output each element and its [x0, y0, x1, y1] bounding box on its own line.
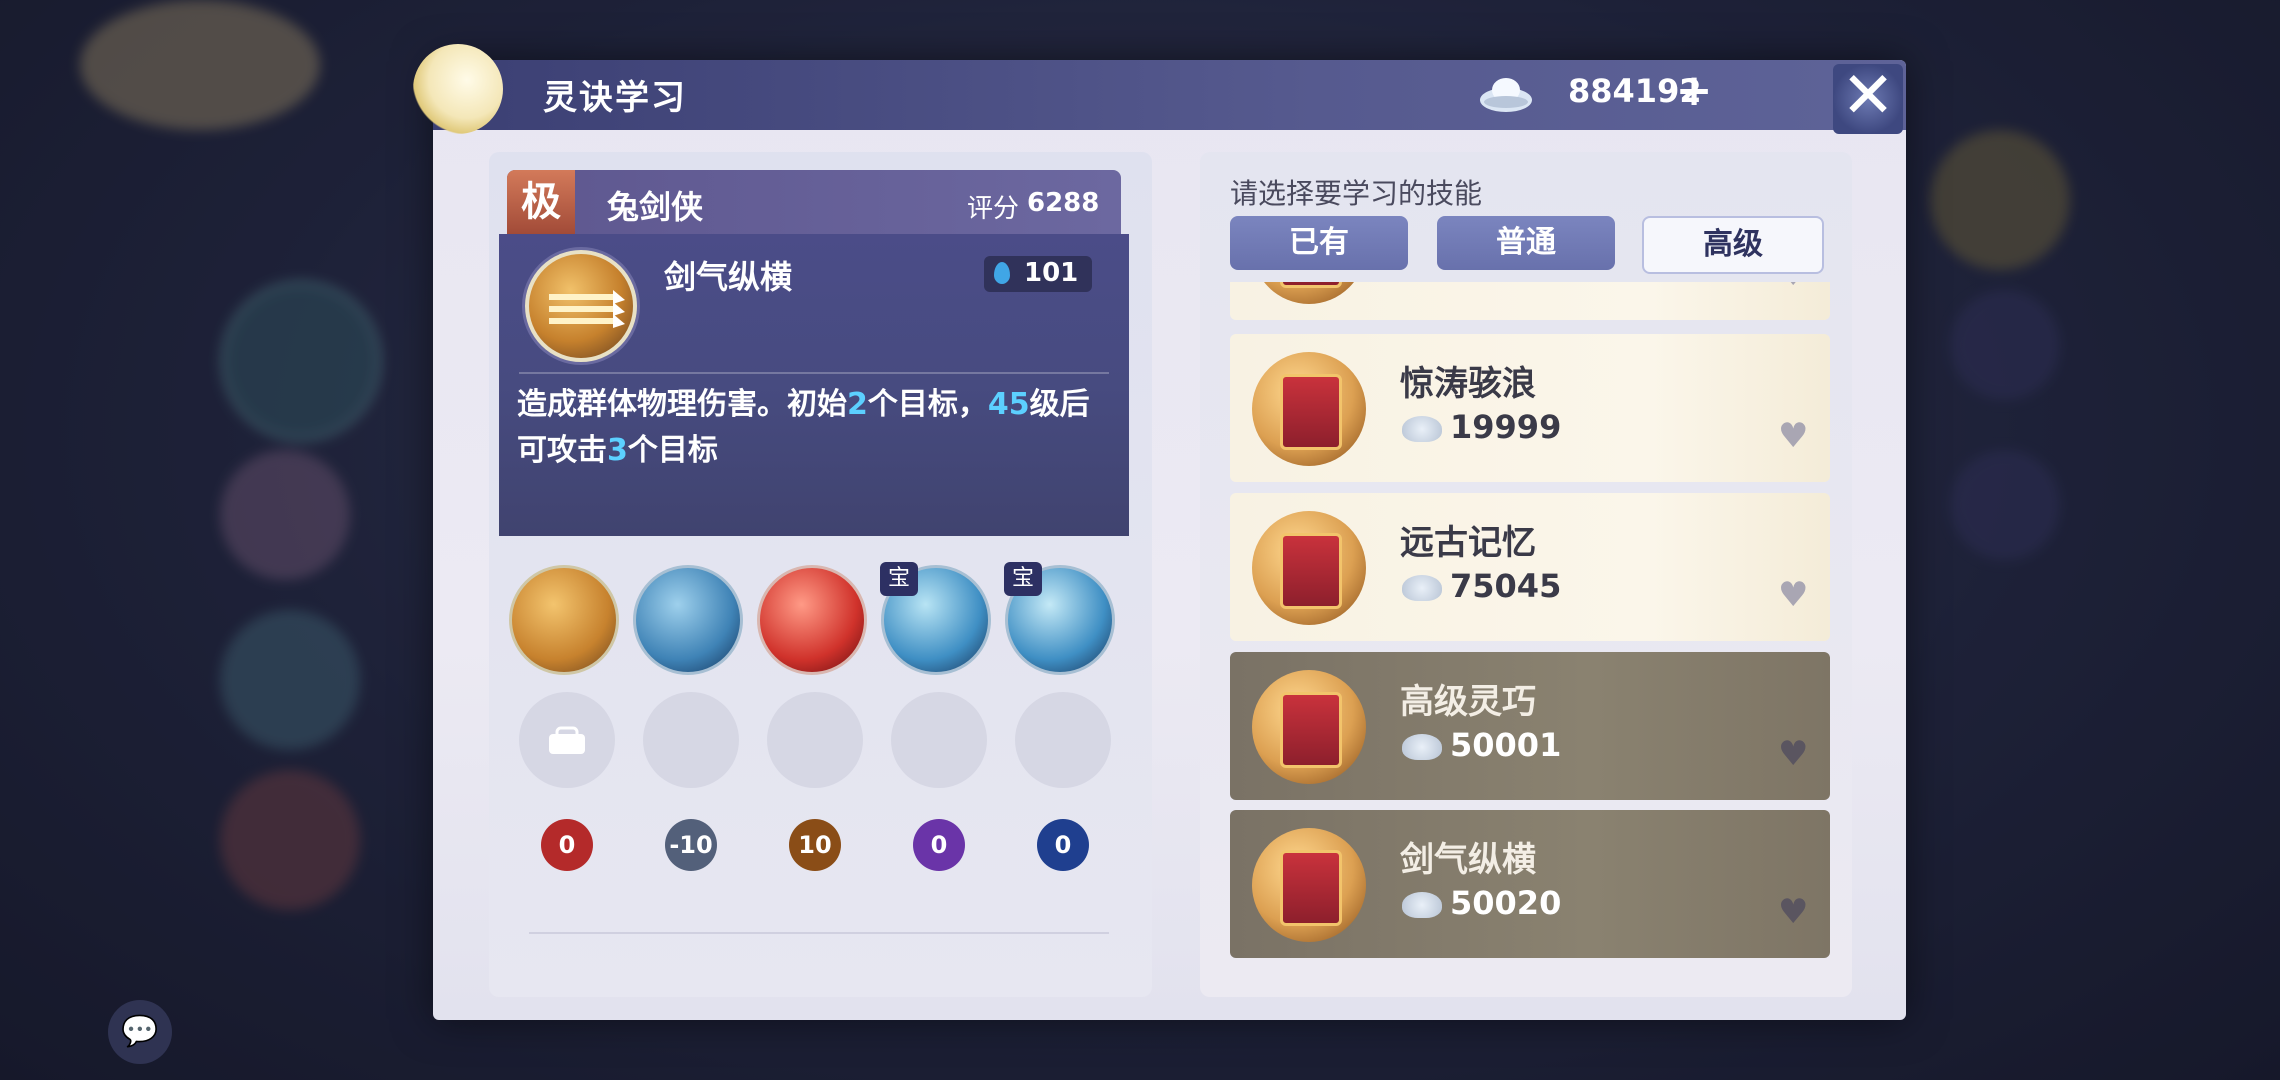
skill-description: 造成群体物理伤害。初始2个目标，45级后可攻击3个目标 [517, 382, 1117, 474]
heart-icon[interactable]: ♥ [1778, 892, 1808, 932]
silver-ingot-icon [1402, 416, 1442, 442]
skill-cost: 101 [1024, 258, 1079, 288]
empty-slot[interactable] [1015, 692, 1111, 788]
ice-element-value: 0 [1054, 831, 1072, 859]
skill-slot-fire[interactable] [757, 565, 867, 675]
dialog-titlebar: 灵诀学习 884192 + ✕ [413, 44, 1906, 134]
hero-banner: 极 兔剑侠 评分 6288 [507, 170, 1121, 234]
desc-text: 个目标， [867, 387, 988, 422]
heart-icon[interactable]: ♥ [1778, 575, 1808, 615]
skill-book-icon [1252, 352, 1366, 466]
lock-icon [549, 726, 585, 754]
item-name: 剑气纵横 [1400, 840, 1536, 880]
tab-owned[interactable]: 已有 [1230, 216, 1408, 270]
moon-decoration [413, 44, 503, 134]
chat-button[interactable]: 💬 [108, 1000, 172, 1064]
skill-learn-dialog: 灵诀学习 884192 + ✕ 极 兔剑侠 评分 6288 剑气纵横 101 造… [413, 44, 1906, 1020]
silver-ingot-icon [1402, 892, 1442, 918]
score-label: 评分 [967, 194, 1020, 224]
thunder-element-icon: 10 [789, 819, 841, 871]
desc-text: 个目标 [627, 433, 718, 468]
desc-highlight: 45 [987, 387, 1030, 422]
skill-slot-sword[interactable] [509, 565, 619, 675]
heart-icon[interactable]: ♥ [1778, 416, 1808, 456]
desc-highlight: 2 [847, 387, 868, 422]
thunder-element-value: 10 [798, 831, 832, 859]
item-name: 远古记忆 [1400, 523, 1536, 563]
poison-element-icon: 0 [913, 819, 965, 871]
skill-slot-shadow[interactable] [633, 565, 743, 675]
silver-ingot-icon [1402, 734, 1442, 760]
item-price: 75045 [1450, 567, 1562, 605]
heart-icon[interactable]: ♥ [1778, 734, 1808, 774]
hero-skill-panel: 极 兔剑侠 评分 6288 剑气纵横 101 造成群体物理伤害。初始2个目标，4… [489, 152, 1152, 997]
empty-slot[interactable] [767, 692, 863, 788]
skill-book-icon [1252, 511, 1366, 625]
poison-element-value: 0 [930, 831, 948, 859]
list-item[interactable]: 惊涛骇浪 19999 ♥ [1230, 334, 1830, 482]
list-item[interactable]: 远古记忆 75045 ♥ [1230, 493, 1830, 641]
fire-element-value: 0 [558, 831, 576, 859]
empty-slot-locked[interactable] [519, 692, 615, 788]
silver-ingot-icon [1402, 575, 1442, 601]
divider [529, 932, 1109, 934]
skill-detail-card: 剑气纵横 101 造成群体物理伤害。初始2个目标，45级后可攻击3个目标 [499, 234, 1129, 536]
empty-slot[interactable] [891, 692, 987, 788]
sword-skill-icon [525, 250, 637, 362]
skill-slot-wind[interactable]: 宝 [880, 562, 991, 675]
water-element-icon: -10 [665, 819, 717, 871]
item-price: 50020 [1450, 884, 1562, 922]
silver-ingot-icon [1480, 78, 1532, 112]
close-icon: ✕ [1841, 59, 1895, 133]
skill-book-icon [1252, 828, 1366, 942]
score-value: 6288 [1027, 188, 1100, 218]
hero-name: 兔剑侠 [607, 188, 704, 226]
skill-cost-box: 101 [984, 256, 1092, 292]
skill-book-icon [1252, 670, 1366, 784]
item-price: 20008 [1450, 282, 1561, 284]
list-item[interactable]: 20008 ♥ [1230, 282, 1830, 320]
item-price: 50001 [1450, 726, 1562, 764]
select-prompt: 请选择要学习的技能 [1230, 177, 1483, 210]
item-price: 19999 [1450, 408, 1562, 446]
close-button[interactable]: ✕ [1833, 64, 1903, 134]
water-drop-icon [994, 262, 1010, 284]
tab-normal[interactable]: 普通 [1437, 216, 1615, 270]
learn-list-panel: 请选择要学习的技能 已有 普通 高级 20008 ♥ 惊涛骇浪 19999 ♥ … [1200, 152, 1852, 997]
ice-element-icon: 0 [1037, 819, 1089, 871]
list-item[interactable]: 高级灵巧 50001 ♥ [1230, 652, 1830, 800]
skill-book-icon [1252, 282, 1366, 304]
heart-icon[interactable]: ♥ [1778, 282, 1808, 294]
desc-highlight: 3 [607, 433, 628, 468]
chat-icon: 💬 [121, 1014, 159, 1049]
item-name: 惊涛骇浪 [1400, 364, 1536, 404]
list-item[interactable]: 剑气纵横 50020 ♥ [1230, 810, 1830, 958]
skill-slot-shell[interactable]: 宝 [1004, 562, 1115, 675]
treasure-badge: 宝 [880, 562, 918, 596]
add-currency-button[interactable]: + [1669, 66, 1719, 116]
desc-text: 造成群体物理伤害。初始 [517, 387, 847, 422]
fire-element-icon: 0 [541, 819, 593, 871]
dialog-title: 灵诀学习 [543, 78, 687, 118]
skill-name: 剑气纵横 [664, 258, 793, 296]
treasure-badge: 宝 [1004, 562, 1042, 596]
divider [519, 372, 1109, 374]
item-name: 高级灵巧 [1400, 682, 1536, 722]
tab-advanced[interactable]: 高级 [1642, 216, 1824, 274]
water-element-value: -10 [669, 831, 713, 859]
rank-badge: 极 [507, 170, 575, 234]
empty-slot[interactable] [643, 692, 739, 788]
skill-book-list[interactable]: 20008 ♥ 惊涛骇浪 19999 ♥ 远古记忆 75045 ♥ 高级灵巧 [1230, 282, 1830, 972]
